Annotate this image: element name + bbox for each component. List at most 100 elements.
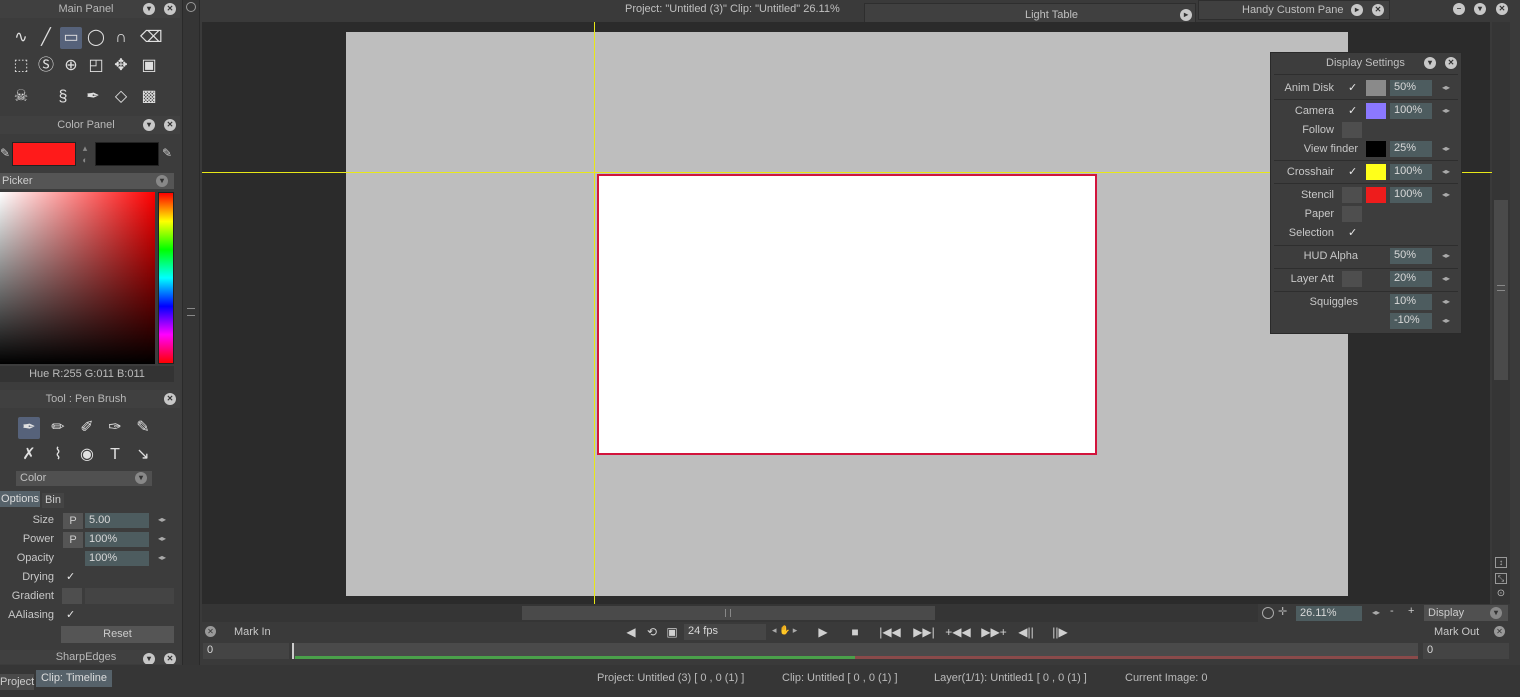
handy-custom-tab[interactable]: Handy Custom Pane ▸ ✕: [1198, 0, 1390, 20]
layer-att-value[interactable]: 20%: [1390, 271, 1432, 287]
eyedropper-icon[interactable]: ✎: [162, 146, 176, 160]
transform-tool-icon[interactable]: ◰: [85, 55, 107, 77]
picker-mode-dropdown[interactable]: Picker ▾: [0, 173, 174, 189]
play-icon[interactable]: ▸: [1351, 4, 1363, 16]
view-finder-value[interactable]: 25%: [1390, 141, 1432, 157]
fps-step-icon[interactable]: ◂ ✋ ▸: [772, 625, 797, 636]
anim-disk-checkbox[interactable]: ✓: [1348, 81, 1357, 94]
skull-tool-icon[interactable]: ☠: [10, 86, 32, 108]
fit-height-icon[interactable]: ↕: [1495, 557, 1507, 568]
tab-bin[interactable]: Bin: [42, 493, 64, 508]
view-finder-color[interactable]: [1366, 141, 1386, 157]
stepper-icon[interactable]: ◂▸: [1440, 105, 1452, 117]
paper-checkbox[interactable]: [1342, 206, 1362, 222]
audio-icon[interactable]: ◀: [624, 624, 638, 640]
bezier-tool-icon[interactable]: §: [52, 86, 74, 108]
layer-att-checkbox[interactable]: [1342, 271, 1362, 287]
timeline-cursor[interactable]: [292, 643, 294, 659]
camera-value[interactable]: 100%: [1390, 103, 1432, 119]
minimize-icon[interactable]: –: [1453, 3, 1465, 15]
collapse-icon[interactable]: ▾: [143, 653, 155, 664]
play-icon[interactable]: ▸: [1180, 9, 1192, 21]
tab-options[interactable]: Options: [0, 491, 40, 507]
marker-brush-icon[interactable]: ✐: [76, 417, 98, 439]
reset-button[interactable]: Reset: [61, 626, 174, 643]
pen-tool-icon[interactable]: ✒: [82, 86, 104, 108]
zoom-input[interactable]: 26.11%: [1296, 606, 1362, 621]
close-icon[interactable]: ✕: [164, 653, 176, 664]
timeline-track[interactable]: [292, 643, 1418, 659]
airbrush-icon[interactable]: ✎: [132, 417, 154, 439]
sidebar-splitter[interactable]: [182, 0, 200, 665]
primary-color-swatch[interactable]: [12, 142, 76, 166]
anim-disk-color[interactable]: [1366, 80, 1386, 96]
power-pressure-toggle[interactable]: P: [63, 532, 83, 548]
eraser-tool-icon[interactable]: ⌫: [140, 27, 163, 49]
crosshair-color[interactable]: [1366, 164, 1386, 180]
reset-view-icon[interactable]: ⊙: [1495, 588, 1507, 600]
stepper-icon[interactable]: ◂▸: [1440, 143, 1452, 155]
display-mode-dropdown[interactable]: Display ▾: [1424, 605, 1508, 621]
camera-checkbox[interactable]: ✓: [1348, 104, 1357, 117]
close-icon[interactable]: ✕: [164, 3, 176, 15]
move-tool-icon[interactable]: ✥: [110, 55, 132, 77]
crosshair-checkbox[interactable]: ✓: [1348, 165, 1357, 178]
first-frame-button[interactable]: |◀◀: [878, 624, 902, 640]
power-stepper-icon[interactable]: ◂▸: [156, 533, 168, 545]
next-key-button[interactable]: ||▶: [1050, 624, 1070, 640]
last-frame-button[interactable]: ▶▶|: [912, 624, 936, 640]
play-button[interactable]: ▶: [816, 624, 830, 640]
frame-start-input[interactable]: 0: [203, 643, 289, 659]
eyedropper-icon[interactable]: ✎: [0, 146, 12, 160]
power-input[interactable]: 100%: [85, 532, 149, 547]
stencil-color[interactable]: [1366, 187, 1386, 203]
squiggles-value-2[interactable]: -10%: [1390, 313, 1432, 329]
follow-checkbox[interactable]: [1342, 122, 1362, 138]
zoom-stepper-icon[interactable]: ◂▸: [1370, 607, 1382, 619]
lasso-select-icon[interactable]: ⬚: [10, 55, 32, 77]
water-drop-icon[interactable]: ◉: [76, 444, 98, 466]
mark-in-icon[interactable]: ✕: [205, 626, 216, 637]
rotate-view-icon[interactable]: ⤡: [1495, 573, 1507, 584]
curve-tool-icon[interactable]: ∩: [110, 27, 132, 49]
fps-dropdown[interactable]: 24 fps: [684, 624, 766, 640]
aaliasing-checkbox[interactable]: ✓: [66, 608, 75, 621]
stencil-checkbox[interactable]: [1342, 187, 1362, 203]
crosshair-value[interactable]: 100%: [1390, 164, 1432, 180]
close-window-icon[interactable]: ✕: [1496, 3, 1508, 15]
saturation-value-field[interactable]: [0, 192, 155, 364]
camera-tool-icon[interactable]: ▣: [138, 55, 160, 77]
ellipse-tool-icon[interactable]: ◯: [85, 27, 107, 49]
stepper-icon[interactable]: ◂▸: [1440, 250, 1452, 262]
smudge-brush-icon[interactable]: ↘: [132, 444, 154, 466]
drying-checkbox[interactable]: ✓: [66, 570, 75, 583]
gradient-bar[interactable]: [85, 588, 174, 604]
secondary-color-swatch[interactable]: [95, 142, 159, 166]
pin-icon[interactable]: [186, 2, 196, 12]
size-stepper-icon[interactable]: ◂▸: [156, 514, 168, 526]
horizontal-scrollbar[interactable]: [202, 604, 1258, 622]
fill-tool-icon[interactable]: ▩: [138, 86, 160, 108]
stepper-icon[interactable]: ◂▸: [1440, 166, 1452, 178]
zoom-out-button[interactable]: -: [1390, 605, 1394, 617]
squiggles-value[interactable]: 10%: [1390, 294, 1432, 310]
pencil-brush-icon[interactable]: ✏: [47, 417, 69, 439]
opacity-stepper-icon[interactable]: ◂▸: [156, 552, 168, 564]
hue-slider[interactable]: [158, 192, 174, 364]
stepper-icon[interactable]: ◂▸: [1440, 315, 1452, 327]
tab-clip-timeline[interactable]: Clip: Timeline: [36, 670, 112, 687]
text-tool-icon[interactable]: T: [104, 444, 126, 466]
frame-range-icon[interactable]: ▣: [664, 624, 680, 640]
maximize-icon[interactable]: ▾: [1474, 3, 1486, 15]
ink-brush-icon[interactable]: ✑: [104, 417, 126, 439]
mark-out-icon[interactable]: ✕: [1494, 626, 1505, 637]
anim-disk-value[interactable]: 50%: [1390, 80, 1432, 96]
selection-checkbox[interactable]: ✓: [1348, 226, 1357, 239]
add-prev-frame-button[interactable]: +◀◀: [944, 624, 972, 640]
loop-icon[interactable]: ⟲: [644, 624, 660, 640]
collapse-icon[interactable]: ▾: [143, 3, 155, 15]
freehand-tool-icon[interactable]: ∿: [10, 27, 32, 49]
rectangle-tool-icon[interactable]: ▭: [60, 27, 82, 49]
size-input[interactable]: 5.00: [85, 513, 149, 528]
collapse-icon[interactable]: ▾: [1424, 57, 1436, 69]
